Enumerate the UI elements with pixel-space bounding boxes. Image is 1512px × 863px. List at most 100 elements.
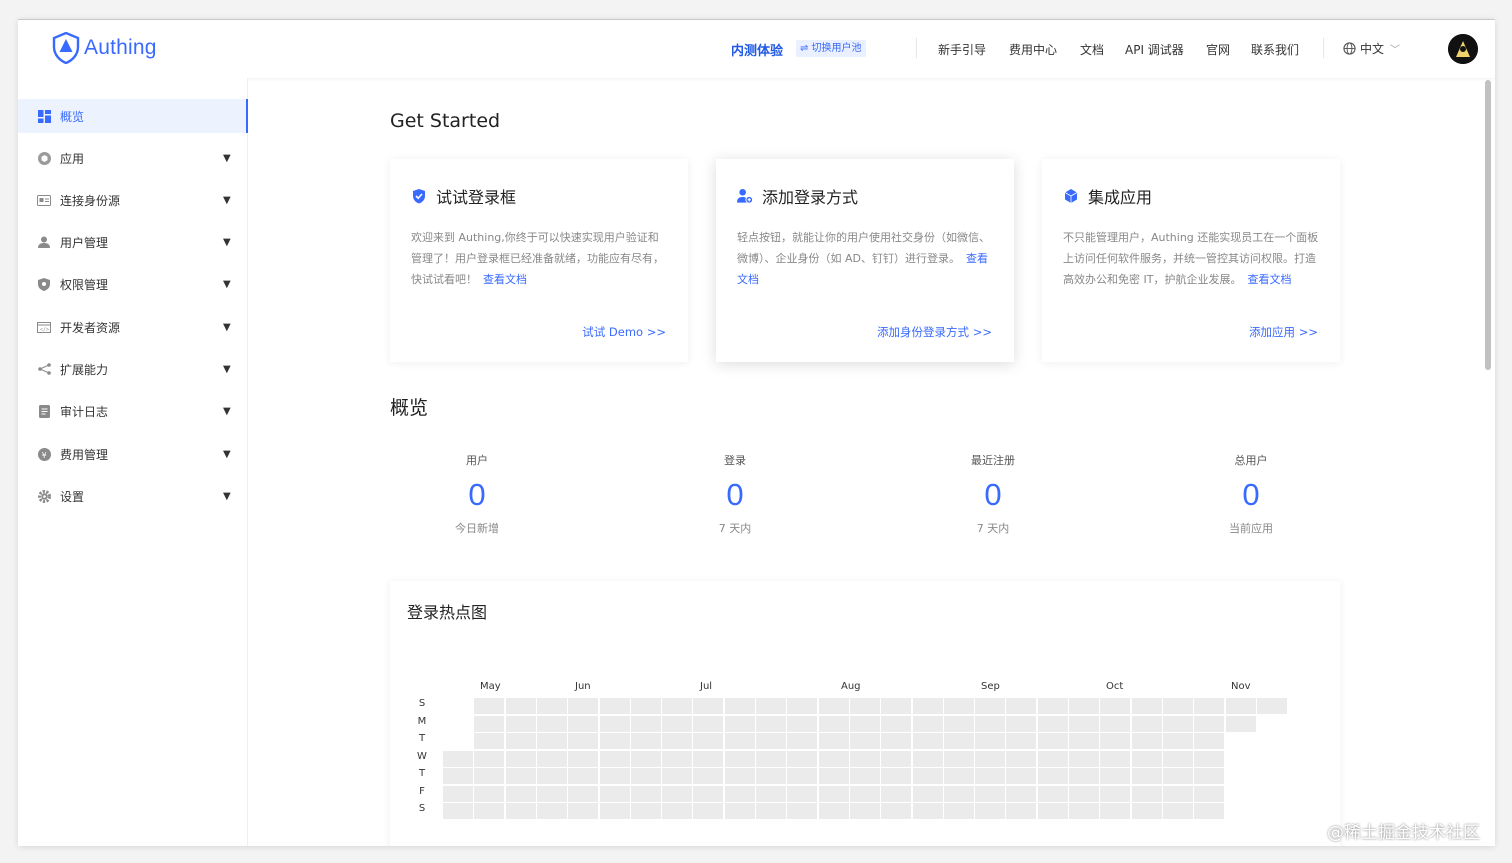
heatmap-cell [568, 715, 599, 732]
heatmap-cell [756, 768, 786, 784]
card-try-login: 试试登录框 欢迎来到 Authing,你终于可以快速实现用户验证和管理了！用户登… [390, 159, 688, 362]
heatmap-cell [849, 715, 880, 732]
chevron-down-icon: ▼ [223, 363, 231, 375]
heatmap-cell [505, 803, 536, 819]
language-selector[interactable]: 中文 ﹀ [1343, 40, 1400, 57]
chevron-down-icon: ▼ [223, 236, 231, 248]
card-title-text: 添加登录方式 [762, 188, 859, 207]
nav-contact[interactable]: 联系我们 [1251, 41, 1299, 58]
heatmap-cell [693, 785, 724, 802]
sidebar-item-billing[interactable]: ¥ 费用管理 ▼ [18, 437, 248, 471]
day-label: T [418, 733, 426, 744]
nav-guide[interactable]: 新手引导 [938, 41, 986, 58]
sidebar-item-users[interactable]: 用户管理 ▼ [18, 225, 248, 259]
heatmap-cell [662, 733, 693, 749]
heatmap-cell [568, 768, 599, 784]
heatmap-cell [849, 768, 880, 784]
stat-subtitle: 今日新增 [455, 522, 499, 535]
nav-billing[interactable]: 费用中心 [1009, 41, 1057, 58]
sidebar-item-label: 概览 [60, 109, 85, 124]
heatmap-cell [1069, 750, 1099, 767]
sidebar-item-overview[interactable]: 概览 [18, 99, 248, 133]
sidebar-item-label: 应用 [60, 151, 85, 166]
heatmap-cell [881, 698, 912, 714]
heatmap-cell [975, 750, 1006, 767]
heatmap-cell [756, 698, 786, 714]
heatmap-cell [662, 715, 693, 732]
heatmap-cell [1069, 803, 1099, 819]
heatmap-cell [662, 785, 693, 802]
svg-text:¥: ¥ [41, 450, 46, 459]
sidebar-item-label: 设置 [60, 489, 85, 504]
stat-users: 用户 0 今日新增 [417, 452, 537, 536]
vertical-scrollbar[interactable] [1484, 78, 1492, 846]
view-docs-link[interactable]: 查看文档 [1247, 273, 1291, 286]
heatmap-cell [943, 698, 974, 714]
heatmap-cell [1100, 715, 1131, 732]
heatmap-cell [1100, 785, 1131, 802]
heatmap-cell [881, 715, 912, 732]
authing-logo[interactable]: Authing [52, 32, 157, 64]
stat-title: 用户 [466, 454, 488, 467]
user-avatar[interactable] [1448, 34, 1478, 64]
card-title: 添加登录方式 [737, 184, 858, 208]
heatmap-cell [474, 803, 505, 819]
add-app-link[interactable]: 添加应用 >> [1249, 324, 1318, 340]
month-label: Oct [1106, 681, 1124, 692]
heatmap-cell [724, 715, 755, 732]
shield-icon [37, 277, 51, 291]
switch-user-pool-button[interactable]: ⇌ 切换用户池 [796, 40, 866, 57]
heatmap-cell [943, 803, 974, 819]
heatmap-cell [756, 803, 786, 819]
nav-api-debugger[interactable]: API 调试器 [1125, 41, 1184, 58]
try-demo-link[interactable]: 试试 Demo >> [582, 324, 666, 340]
sidebar-item-permissions[interactable]: 权限管理 ▼ [18, 267, 248, 301]
scrollbar-thumb[interactable] [1485, 80, 1491, 370]
heatmap-cell [1037, 803, 1068, 819]
view-docs-link[interactable]: 查看文档 [483, 273, 527, 286]
sidebar-item-extensions[interactable]: 扩展能力 ▼ [18, 352, 248, 386]
sidebar-item-identity-sources[interactable]: 连接身份源 ▼ [18, 183, 248, 217]
heatmap-cell [975, 768, 1006, 784]
heatmap-cell [630, 733, 661, 749]
chevron-down-icon: ▼ [223, 321, 231, 333]
nav-docs[interactable]: 文档 [1080, 41, 1104, 58]
heatmap-cell [724, 803, 755, 819]
sidebar-item-label: 开发者资源 [60, 320, 121, 335]
heatmap-cell [818, 715, 849, 732]
heatmap-cell [818, 768, 849, 784]
heatmap-cell [975, 803, 1006, 819]
sidebar-item-label: 用户管理 [60, 235, 109, 250]
heatmap-cell [818, 785, 849, 802]
heatmap-cell [568, 803, 599, 819]
chevron-down-icon: ▼ [223, 405, 231, 417]
sidebar-item-settings[interactable]: 设置 ▼ [18, 479, 248, 513]
card-description: 轻点按钮，就能让你的用户使用社交身份（如微信、微博）、企业身份（如 AD、钉钉）… [737, 227, 995, 290]
heatmap-cell [1194, 750, 1225, 767]
sidebar-item-audit-log[interactable]: 审计日志 ▼ [18, 394, 248, 428]
sidebar-item-apps[interactable]: 应用 ▼ [18, 141, 248, 175]
heatmap-cell [443, 785, 473, 802]
header-divider [1323, 38, 1324, 58]
heatmap-cell [849, 698, 880, 714]
heatmap-cell [849, 785, 880, 802]
heatmap-cell [630, 785, 661, 802]
sidebar-item-developer[interactable]: </> 开发者资源 ▼ [18, 310, 248, 344]
heatmap-cell [474, 768, 505, 784]
day-label: S [418, 803, 426, 814]
nav-website[interactable]: 官网 [1206, 41, 1230, 58]
add-identity-login-link[interactable]: 添加身份登录方式 >> [877, 324, 992, 340]
stat-recent-signups: 最近注册 0 7 天内 [933, 452, 1053, 536]
beta-label[interactable]: 内测体验 [731, 40, 783, 59]
heatmap-cell [1006, 803, 1037, 819]
heatmap-cell [912, 803, 943, 819]
stat-logins: 登录 0 7 天内 [675, 452, 795, 536]
heatmap-cell [693, 750, 724, 767]
heatmap-cell [662, 750, 693, 767]
cube-icon [37, 151, 51, 165]
heatmap-cell [943, 733, 974, 749]
heatmap-cell [1037, 733, 1068, 749]
day-label: S [418, 698, 426, 709]
stat-title: 最近注册 [971, 454, 1015, 467]
heatmap-cell [756, 785, 786, 802]
